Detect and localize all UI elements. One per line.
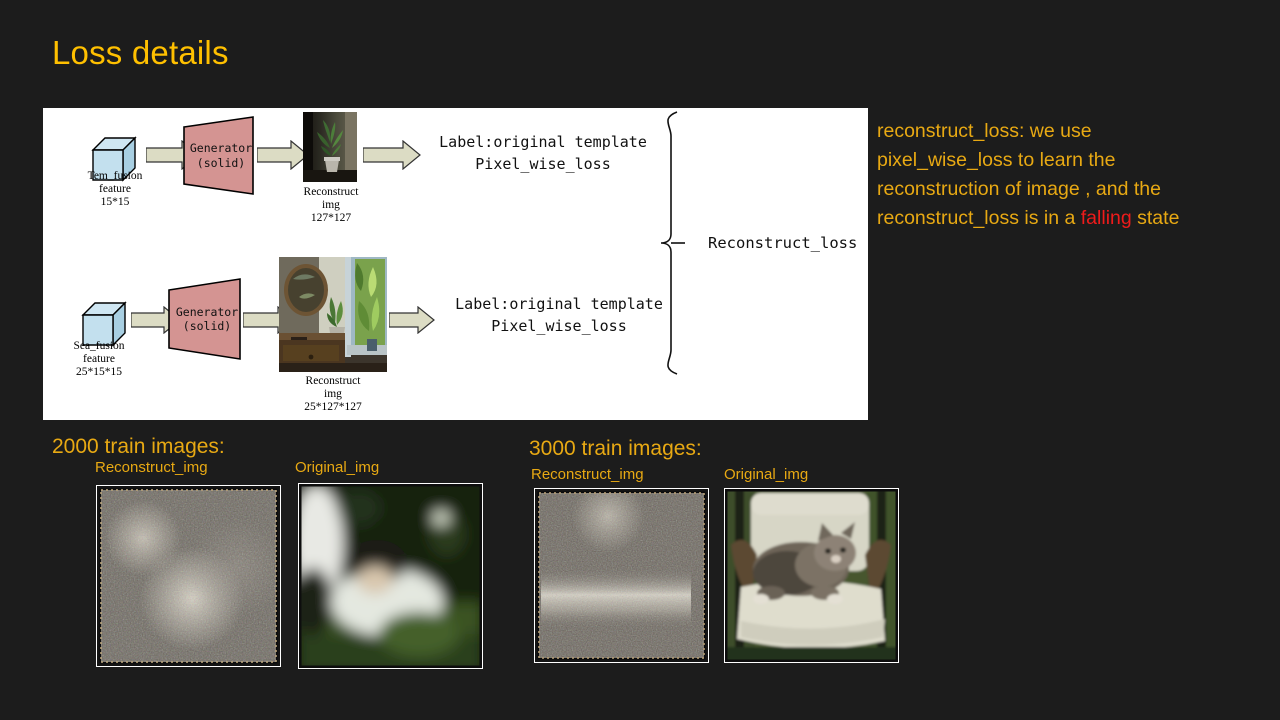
reconstruct-img-caption-row1: Reconstruct img 127*127: [303, 186, 359, 224]
generator-block-row2: Generator (solid): [168, 278, 246, 360]
pixel-wise-loss-text-row1: Label:original template Pixel_wise_loss: [439, 133, 647, 173]
generator-block-row1: Generator (solid): [183, 116, 259, 195]
reconstruct-loss-label: Reconstruct_loss: [708, 234, 858, 252]
reconstruct-img-label-2000: Reconstruct_img: [95, 459, 208, 476]
side-note: reconstruct_loss: we use pixel_wise_loss…: [877, 117, 1269, 233]
side-note-line2: pixel_wise_loss to learn the: [877, 149, 1116, 171]
pixel-wise-loss-text-row2: Label:original template Pixel_wise_loss: [455, 295, 663, 335]
slide-canvas: Loss details Tem_fusion feature 15*15 Ge…: [0, 0, 1280, 720]
grouping-brace-icon: [655, 110, 697, 376]
side-note-highlight: falling: [1080, 207, 1132, 229]
sea-fusion-caption: Sea_fusion feature 25*15*15: [73, 340, 125, 378]
original-img-label-2000: Original_img: [295, 459, 380, 476]
diagram-panel: Tem_fusion feature 15*15 Generator (soli…: [43, 108, 868, 420]
tem-fusion-caption: Tem_fusion feature 15*15: [87, 170, 143, 208]
noisy-reconstruction-2000: [96, 485, 281, 667]
flow-arrow-icon: [257, 140, 309, 170]
side-note-line3: reconstruction of image , and the: [877, 178, 1161, 200]
section-heading-3000: 3000 train images:: [529, 437, 702, 460]
potted-plant-photo: [303, 112, 357, 182]
section-heading-2000: 2000 train images:: [52, 435, 225, 458]
original-img-label-3000: Original_img: [724, 466, 809, 483]
cat-on-chair-photo: [724, 488, 899, 663]
blurry-person-in-garden-photo: [298, 483, 483, 669]
room-window-mirror-photo: [279, 257, 387, 372]
reconstruct-img-label-3000: Reconstruct_img: [531, 466, 644, 483]
reconstruct-img-caption-row2: Reconstruct img 25*127*127: [304, 375, 362, 413]
page-title: Loss details: [52, 34, 229, 71]
side-note-line1: reconstruct_loss: we use: [877, 120, 1092, 142]
noisy-reconstruction-3000: [534, 488, 709, 663]
side-note-line4-suffix: state: [1131, 207, 1180, 229]
side-note-line4: reconstruct_loss is in a falling state: [877, 204, 1269, 233]
side-note-line4-prefix: reconstruct_loss is in a: [877, 207, 1081, 229]
